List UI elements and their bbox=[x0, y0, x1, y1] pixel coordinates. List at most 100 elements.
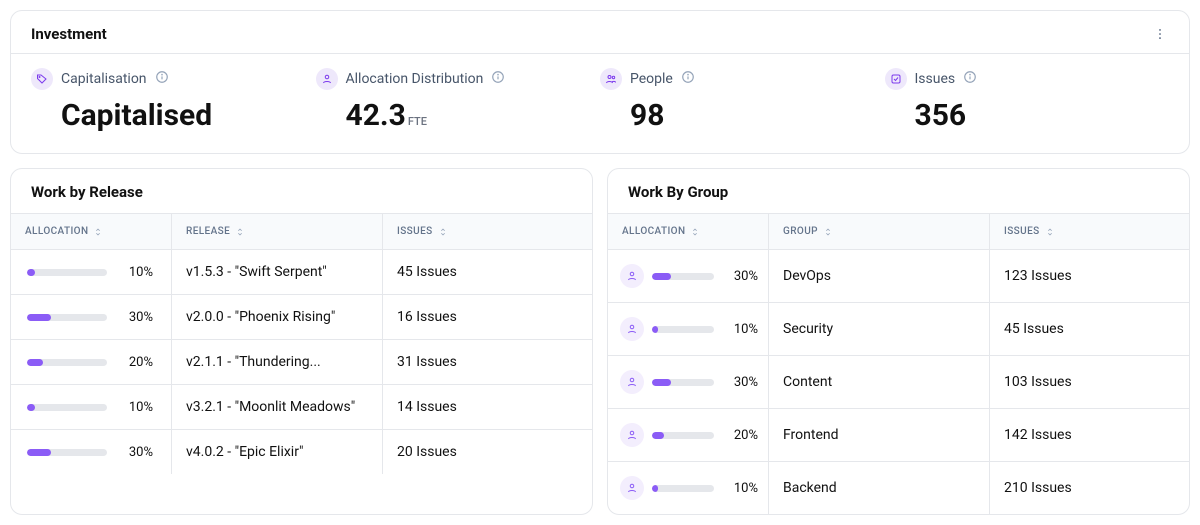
table-body: 10%v1.5.3 - "Swift Serpent"45 Issues30%v… bbox=[11, 250, 592, 474]
table-row[interactable]: 20% Frontend142 Issues bbox=[608, 409, 1189, 462]
stat-value: 42.3FTE bbox=[316, 98, 601, 133]
column-group[interactable]: Group bbox=[768, 214, 989, 249]
allocation-bar bbox=[652, 485, 714, 492]
allocation-bar bbox=[652, 273, 714, 280]
issues-count: 142 Issues bbox=[989, 409, 1189, 461]
stat-people: People 98 bbox=[600, 68, 885, 133]
release-name: v1.5.3 - "Swift Serpent" bbox=[171, 250, 382, 294]
group-name: Content bbox=[768, 356, 989, 408]
issues-count: 14 Issues bbox=[382, 385, 592, 429]
sort-icon bbox=[235, 227, 245, 237]
table-row[interactable]: 30%DevOps123 Issues bbox=[608, 250, 1189, 303]
sort-icon bbox=[690, 227, 700, 237]
stat-number: 42.3 bbox=[346, 98, 406, 133]
column-issues[interactable]: Issues bbox=[382, 214, 592, 249]
person-icon bbox=[620, 476, 644, 500]
group-name: DevOps bbox=[768, 250, 989, 302]
sort-icon bbox=[438, 227, 448, 237]
table-row[interactable]: 30%v2.0.0 - "Phoenix Rising"16 Issues bbox=[11, 295, 592, 340]
allocation-cell: 20% bbox=[608, 409, 768, 461]
allocation-bar bbox=[27, 404, 107, 411]
release-name: v3.2.1 - "Moonlit Meadows" bbox=[171, 385, 382, 429]
allocation-bar bbox=[27, 359, 107, 366]
table-row[interactable]: 10% v3.2.1 - "Moonlit Meadows"14 Issues bbox=[11, 385, 592, 430]
table-header: Allocation Group Issues bbox=[608, 213, 1189, 250]
allocation-cell: 30% bbox=[11, 295, 171, 339]
sort-icon bbox=[93, 227, 103, 237]
table-body: 30%DevOps123 Issues10%Security45 Issues3… bbox=[608, 250, 1189, 514]
stat-value: Capitalised bbox=[31, 98, 316, 133]
stat-label: People bbox=[630, 71, 673, 87]
allocation-cell: 10% bbox=[11, 250, 171, 294]
table-row[interactable]: 30%v4.0.2 - "Epic Elixir"20 Issues bbox=[11, 430, 592, 474]
allocation-percent: 30% bbox=[117, 445, 153, 460]
tag-icon bbox=[31, 68, 53, 90]
person-icon bbox=[316, 68, 338, 90]
issues-count: 210 Issues bbox=[989, 462, 1189, 514]
issues-count: 45 Issues bbox=[382, 250, 592, 294]
allocation-cell: 30% bbox=[608, 356, 768, 408]
card-header: Investment bbox=[11, 11, 1189, 53]
allocation-bar bbox=[652, 326, 714, 333]
table-row[interactable]: 20%v2.1.1 - "Thundering...31 Issues bbox=[11, 340, 592, 385]
column-label: Issues bbox=[1004, 226, 1040, 237]
allocation-percent: 20% bbox=[722, 428, 758, 443]
person-icon bbox=[620, 264, 644, 288]
column-issues[interactable]: Issues bbox=[989, 214, 1189, 249]
stat-label: Issues bbox=[915, 71, 956, 87]
table-header: Allocation Release Issues bbox=[11, 213, 592, 250]
column-allocation[interactable]: Allocation bbox=[608, 214, 768, 249]
release-name: v2.0.0 - "Phoenix Rising" bbox=[171, 295, 382, 339]
issues-count: 123 Issues bbox=[989, 250, 1189, 302]
column-label: Allocation bbox=[25, 226, 88, 237]
info-icon[interactable] bbox=[681, 70, 695, 88]
allocation-bar bbox=[652, 379, 714, 386]
allocation-cell: 10% bbox=[11, 385, 171, 429]
allocation-percent: 10% bbox=[117, 400, 153, 415]
person-icon bbox=[620, 423, 644, 447]
card-title: Investment bbox=[31, 25, 107, 43]
work-by-group-panel: Work By Group Allocation Group Issues 30… bbox=[607, 168, 1190, 515]
stat-allocation: Allocation Distribution 42.3FTE bbox=[316, 68, 601, 133]
allocation-percent: 30% bbox=[117, 310, 153, 325]
allocation-cell: 20% bbox=[11, 340, 171, 384]
issues-count: 20 Issues bbox=[382, 430, 592, 474]
info-icon[interactable] bbox=[491, 70, 505, 88]
table-row[interactable]: 10%Security45 Issues bbox=[608, 303, 1189, 356]
issues-count: 45 Issues bbox=[989, 303, 1189, 355]
person-icon bbox=[620, 317, 644, 341]
stat-issues: Issues 356 bbox=[885, 68, 1170, 133]
column-label: Release bbox=[186, 226, 230, 237]
table-row[interactable]: 10%Backend210 Issues bbox=[608, 462, 1189, 514]
group-name: Backend bbox=[768, 462, 989, 514]
stat-label: Capitalisation bbox=[61, 71, 147, 87]
column-release[interactable]: Release bbox=[171, 214, 382, 249]
allocation-bar bbox=[652, 432, 714, 439]
allocation-cell: 30% bbox=[11, 430, 171, 474]
allocation-bar bbox=[27, 314, 107, 321]
check-square-icon bbox=[885, 68, 907, 90]
issues-count: 103 Issues bbox=[989, 356, 1189, 408]
table-row[interactable]: 30%Content103 Issues bbox=[608, 356, 1189, 409]
group-name: Frontend bbox=[768, 409, 989, 461]
stat-value: 98 bbox=[600, 98, 885, 133]
info-icon[interactable] bbox=[963, 70, 977, 88]
info-icon[interactable] bbox=[155, 70, 169, 88]
column-label: Allocation bbox=[622, 226, 685, 237]
work-by-release-panel: Work by Release Allocation Release Issue… bbox=[10, 168, 593, 515]
allocation-bar bbox=[27, 449, 107, 456]
sort-icon bbox=[1045, 227, 1055, 237]
column-label: Issues bbox=[397, 226, 433, 237]
allocation-cell: 10% bbox=[608, 462, 768, 514]
stat-value: 356 bbox=[885, 98, 1170, 133]
panel-title: Work by Release bbox=[11, 169, 592, 213]
person-icon bbox=[620, 370, 644, 394]
more-options-icon[interactable] bbox=[1151, 25, 1169, 43]
allocation-bar bbox=[27, 269, 107, 276]
investment-card: Investment Capitalisation Capitalised bbox=[10, 10, 1190, 154]
column-allocation[interactable]: Allocation bbox=[11, 214, 171, 249]
stat-label: Allocation Distribution bbox=[346, 71, 484, 87]
people-icon bbox=[600, 68, 622, 90]
table-row[interactable]: 10%v1.5.3 - "Swift Serpent"45 Issues bbox=[11, 250, 592, 295]
column-label: Group bbox=[783, 226, 818, 237]
